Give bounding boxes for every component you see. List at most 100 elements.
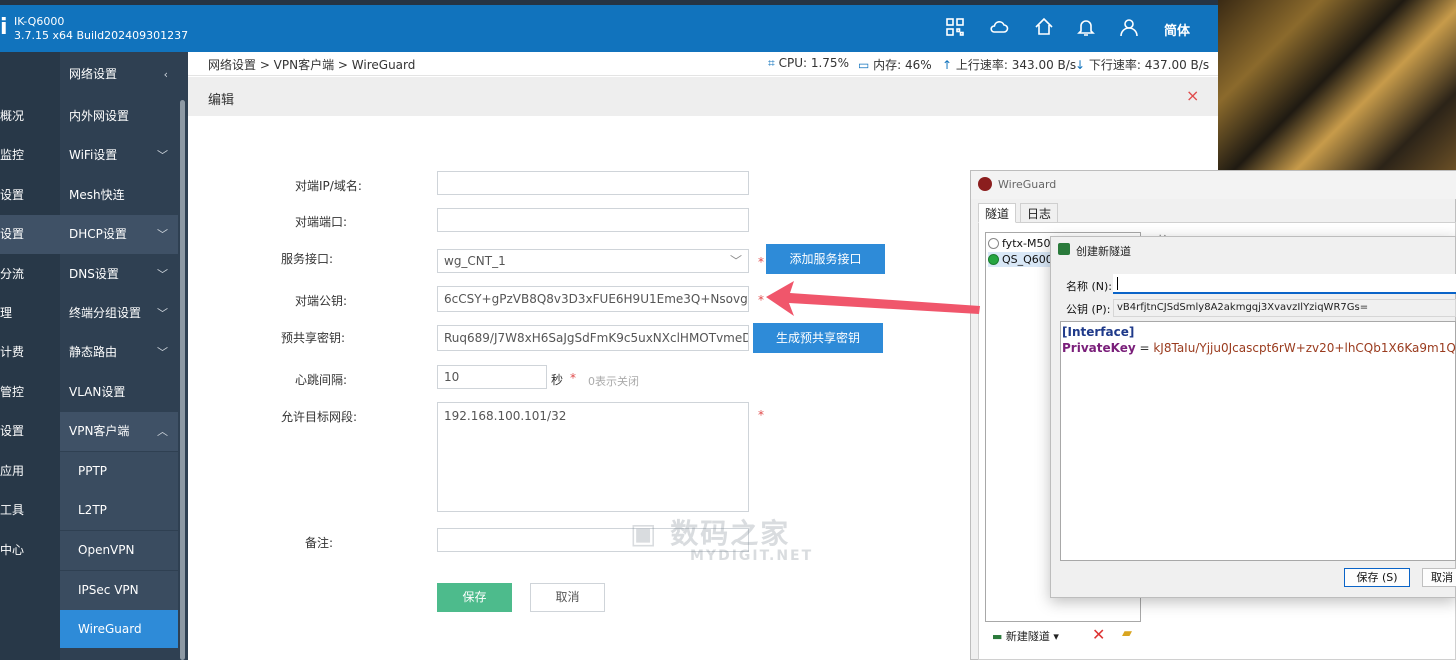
top-edge <box>0 0 1218 5</box>
sidebar-secondary-item[interactable]: Mesh快连 <box>60 176 178 215</box>
psk-input[interactable]: Ruq689/J7W8xH6SaJgSdFmK9c5uxNXclHMOTvmeD… <box>437 325 749 351</box>
dialog-title: 创建新隧道 <box>1076 245 1131 258</box>
chevron-down-icon: ﹀ <box>729 254 742 268</box>
cloud-icon[interactable] <box>988 16 1010 38</box>
cpu-status: ⌗ CPU: 1.75% <box>768 56 849 70</box>
sidebar-secondary-item[interactable]: WiFi设置 ﹀ <box>60 136 178 175</box>
close-icon[interactable]: × <box>1186 86 1199 105</box>
grid-icon[interactable] <box>944 16 966 38</box>
heartbeat-input[interactable]: 10 <box>437 365 547 389</box>
tab-log[interactable]: 日志 <box>1020 203 1059 223</box>
add-tunnel-icon: ▬ <box>992 630 1003 643</box>
folder-icon[interactable]: ▰ <box>1122 626 1132 641</box>
config-editor[interactable] <box>1060 321 1456 561</box>
sidebar-primary-item[interactable]: 应用 <box>0 452 60 491</box>
chevron-icon: ﹀ <box>157 228 168 241</box>
chevron-icon: ︿ <box>157 425 168 438</box>
service-interface-label: 服务接口: <box>281 252 334 266</box>
public-key-label: 公钥 (P): <box>1066 303 1111 316</box>
bell-icon[interactable] <box>1075 16 1097 38</box>
sidebar-primary-item[interactable]: 中心 <box>0 531 60 570</box>
language-switch[interactable]: 简体 <box>1164 20 1190 39</box>
config-line: PrivateKey = kJ8TaIu/Yjju0Jcascpt6rW+zv2… <box>1062 341 1456 355</box>
sidebar-secondary-item[interactable]: DHCP设置 ﹀ <box>60 215 178 254</box>
arrow-up-icon: ↑ <box>942 58 953 72</box>
peer-ip-input[interactable] <box>437 171 749 195</box>
peer-port-input[interactable] <box>437 208 749 232</box>
chevron-icon: ﹀ <box>157 268 168 281</box>
sidebar-item-label: 内外网设置 <box>69 109 130 123</box>
public-key-field[interactable]: vB4rfjtnCJSdSmly8A2akmgqj3XvavzIlYziqWR7… <box>1113 299 1456 317</box>
breadcrumb: 网络设置 > VPN客户端 > WireGuard <box>208 58 416 72</box>
service-interface-select[interactable]: wg_CNT_1 ﹀ <box>437 249 749 273</box>
save-button[interactable]: 保存 <box>437 583 512 612</box>
sidebar-primary-item[interactable]: 设置 <box>0 215 60 254</box>
heartbeat-label: 心跳间隔: <box>295 373 348 387</box>
memory-status: ▭ 内存: 46% <box>858 58 932 72</box>
sidebar-item-label: 网络设置 <box>69 67 118 81</box>
monitor-icon: ▭ <box>858 58 870 72</box>
new-tunnel-button[interactable]: ▬ 新建隧道 ▾ <box>992 628 1059 644</box>
cpu-icon: ⌗ <box>768 56 775 70</box>
allowed-ips-textarea[interactable]: 192.168.100.101/32 <box>437 402 749 512</box>
sidebar-primary-item[interactable]: 管控 <box>0 373 60 412</box>
sidebar-secondary-item[interactable]: VPN客户端 ︿ <box>60 412 178 451</box>
tunnel-item[interactable]: fytx-M50 <box>988 236 1050 251</box>
sidebar-secondary-item[interactable]: 网络设置 ‹ <box>60 55 178 94</box>
sidebar-primary-item[interactable]: 理 <box>0 294 60 333</box>
sidebar-primary-item[interactable]: 计费 <box>0 333 60 372</box>
chevron-icon: ﹀ <box>157 149 168 162</box>
upload-status: ↑ 上行速率: 343.00 B/s <box>942 58 1077 72</box>
sidebar-primary-item[interactable]: 工具 <box>0 491 60 530</box>
sidebar-secondary-item[interactable]: 静态路由 ﹀ <box>60 333 178 372</box>
annotation-arrow <box>766 281 980 316</box>
download-status: ↓ 下行速率: 437.00 B/s <box>1075 58 1210 72</box>
required-mark: * <box>758 255 764 269</box>
edit-header <box>188 77 1218 116</box>
delete-icon[interactable]: ✕ <box>1092 625 1105 644</box>
sidebar-vpn-item[interactable]: IPSec VPN <box>60 571 178 610</box>
peer-port-label: 对端端口: <box>295 215 348 229</box>
required-mark: * <box>570 371 576 385</box>
text-caret <box>1117 277 1118 290</box>
sidebar-item-label: Mesh快连 <box>69 188 125 202</box>
peer-ip-label: 对端IP/域名: <box>295 179 362 193</box>
home-icon[interactable] <box>1033 16 1055 38</box>
sidebar-primary-item[interactable]: 设置 <box>0 412 60 451</box>
tunnel-name-input[interactable] <box>1113 274 1456 294</box>
sidebar-primary-item[interactable]: 设置 <box>0 176 60 215</box>
config-section: [Interface] <box>1062 325 1135 339</box>
sidebar-vpn-item[interactable]: OpenVPN <box>60 531 178 570</box>
allowed-ips-label: 允许目标网段: <box>281 410 358 424</box>
wireguard-title: WireGuard <box>998 178 1057 191</box>
chevron-icon: ﹀ <box>157 307 168 320</box>
sidebar-vpn-item[interactable]: L2TP <box>60 491 178 530</box>
peer-pubkey-input[interactable]: 6cCSY+gPzVB8Q8v3D3xFUE6H9U1Eme3Q+Nsovgi1… <box>437 286 749 312</box>
chevron-icon: ‹ <box>163 68 168 81</box>
cancel-button[interactable]: 取消 <box>530 583 605 612</box>
sidebar-secondary-item[interactable]: 终端分组设置 ﹀ <box>60 294 178 333</box>
sidebar-scroll-thumb[interactable] <box>180 100 185 660</box>
add-interface-button[interactable]: 添加服务接口 <box>766 244 885 274</box>
sidebar-secondary-item[interactable]: VLAN设置 <box>60 373 178 412</box>
sidebar-primary-item[interactable]: 概况 <box>0 97 60 136</box>
sidebar-item-label: WiFi设置 <box>69 148 118 162</box>
dialog-cancel-button[interactable]: 取消 <box>1422 568 1456 587</box>
sidebar-item-label: VLAN设置 <box>69 385 126 399</box>
arrow-down-icon: ↓ <box>1075 58 1086 72</box>
dialog-save-button[interactable]: 保存 (S) <box>1344 568 1410 587</box>
sidebar-vpn-item[interactable]: PPTP <box>60 452 178 491</box>
sidebar-vpn-item[interactable]: WireGuard <box>60 610 178 648</box>
tab-tunnels[interactable]: 隧道 <box>978 203 1017 223</box>
sidebar-primary-item[interactable]: 监控 <box>0 136 60 175</box>
sidebar-primary-item[interactable]: 分流 <box>0 255 60 294</box>
tunnel-active-icon <box>988 254 999 265</box>
sidebar-item-label: 终端分组设置 <box>69 306 142 320</box>
watermark: ▣ 数码之家 <box>630 517 791 550</box>
sidebar-item-label: DHCP设置 <box>69 227 127 241</box>
note-label: 备注: <box>305 536 334 550</box>
sidebar-secondary-item[interactable]: DNS设置 ﹀ <box>60 255 178 294</box>
dialog-icon <box>1058 243 1070 255</box>
user-icon[interactable] <box>1118 16 1140 38</box>
sidebar-secondary-item[interactable]: 内外网设置 <box>60 97 178 136</box>
